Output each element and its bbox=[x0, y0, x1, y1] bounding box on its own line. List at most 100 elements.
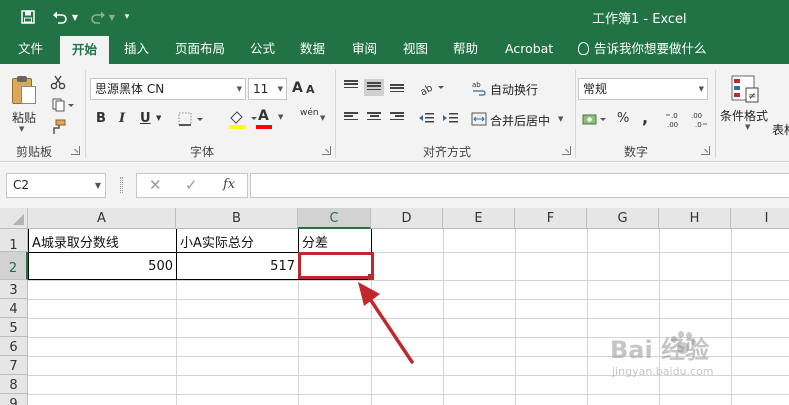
comma-style-button[interactable]: , bbox=[642, 108, 648, 127]
wrap-text-button[interactable]: 自动换行 bbox=[490, 81, 538, 98]
paste-dropdown-icon[interactable]: ▼ bbox=[19, 125, 24, 133]
row-header-8[interactable]: 8 bbox=[0, 375, 28, 394]
column-header-b[interactable]: B bbox=[176, 208, 298, 229]
underline-dropdown-icon[interactable]: ▼ bbox=[156, 114, 161, 122]
borders-icon[interactable] bbox=[172, 110, 212, 128]
watermark-url: jingyan.baidu.com bbox=[612, 365, 714, 378]
cell-a1[interactable]: A城录取分数线 bbox=[29, 232, 176, 252]
italic-button[interactable]: I bbox=[119, 111, 125, 126]
merge-dropdown-icon[interactable]: ▼ bbox=[558, 115, 563, 123]
align-right-icon[interactable] bbox=[390, 112, 404, 123]
phonetic-guide-icon[interactable]: wén ▼ bbox=[298, 108, 332, 130]
font-launcher-icon[interactable] bbox=[322, 146, 331, 155]
align-top-icon[interactable] bbox=[344, 80, 358, 91]
bold-button[interactable]: B bbox=[96, 111, 106, 126]
increase-indent-icon[interactable] bbox=[440, 109, 460, 127]
undo-icon[interactable] bbox=[48, 6, 72, 28]
tab-insert[interactable]: 插入 bbox=[124, 34, 149, 64]
number-format-combo[interactable]: 常规 ▼ bbox=[578, 78, 708, 100]
column-header-h[interactable]: H bbox=[659, 208, 731, 229]
cell-a2[interactable]: 500 bbox=[29, 259, 176, 279]
cancel-icon[interactable]: ✕ bbox=[149, 176, 162, 194]
underline-button[interactable]: U bbox=[140, 111, 151, 126]
row-header-7[interactable]: 7 bbox=[0, 356, 28, 375]
save-icon[interactable] bbox=[16, 6, 40, 28]
formula-input[interactable] bbox=[250, 173, 789, 198]
row-header-2[interactable]: 2 bbox=[0, 252, 28, 280]
accounting-format-icon[interactable] bbox=[580, 110, 612, 130]
chevron-down-icon: ▼ bbox=[320, 114, 326, 122]
orientation-icon[interactable]: ab bbox=[416, 78, 450, 98]
percent-style-button[interactable]: % bbox=[617, 111, 629, 126]
column-header-d[interactable]: D bbox=[371, 208, 443, 229]
column-header-g[interactable]: G bbox=[587, 208, 659, 229]
tell-me-search[interactable]: 告诉我你想要做什么 bbox=[578, 34, 707, 64]
align-bottom-icon[interactable] bbox=[390, 84, 404, 95]
cut-icon[interactable] bbox=[48, 72, 68, 92]
insert-function-icon[interactable]: fx bbox=[223, 177, 235, 192]
clipboard-launcher-icon[interactable] bbox=[71, 146, 80, 155]
format-painter-icon[interactable] bbox=[48, 117, 68, 137]
merge-center-button[interactable]: 合并后居中 bbox=[490, 112, 550, 129]
wrap-text-icon[interactable]: ab bbox=[470, 78, 488, 98]
chevron-down-icon: ▼ bbox=[277, 85, 283, 93]
cell-b2[interactable]: 517 bbox=[177, 259, 298, 279]
tab-view[interactable]: 视图 bbox=[403, 34, 428, 64]
decrease-indent-icon[interactable] bbox=[416, 109, 436, 127]
cell-c1[interactable]: 分差 bbox=[299, 232, 371, 252]
copy-icon[interactable] bbox=[48, 95, 78, 115]
name-box[interactable]: C2 ▼ bbox=[6, 173, 106, 198]
tab-file[interactable]: 文件 bbox=[18, 34, 43, 64]
font-color-icon[interactable]: A ▼ bbox=[254, 108, 294, 130]
select-all-button[interactable] bbox=[0, 208, 28, 229]
grow-font-button[interactable]: A bbox=[292, 80, 303, 96]
font-color-letter: A bbox=[258, 108, 269, 124]
column-header-a[interactable]: A bbox=[28, 208, 176, 229]
column-header-c[interactable]: C bbox=[298, 208, 371, 229]
redo-dropdown-icon[interactable]: ▼ bbox=[107, 6, 117, 28]
tab-page-layout[interactable]: 页面布局 bbox=[175, 34, 225, 64]
paste-icon[interactable] bbox=[12, 76, 38, 106]
group-label-font: 字体 bbox=[190, 145, 215, 159]
tab-data[interactable]: 数据 bbox=[300, 34, 325, 64]
font-name-combo[interactable]: 思源黑体 CN ▼ bbox=[90, 78, 246, 100]
formula-bar-grip[interactable] bbox=[120, 177, 123, 193]
tab-formulas[interactable]: 公式 bbox=[250, 34, 275, 64]
group-label-clipboard: 剪贴板 bbox=[16, 145, 53, 159]
row-header-4[interactable]: 4 bbox=[0, 299, 28, 318]
row-header-3[interactable]: 3 bbox=[0, 280, 28, 299]
customize-qat-icon[interactable]: ▾ bbox=[120, 6, 134, 28]
cell-b1[interactable]: 小A实际总分 bbox=[177, 232, 298, 252]
undo-dropdown-icon[interactable]: ▼ bbox=[70, 6, 80, 28]
column-header-e[interactable]: E bbox=[443, 208, 515, 229]
row-header-6[interactable]: 6 bbox=[0, 337, 28, 356]
chevron-down-icon: ▼ bbox=[94, 181, 101, 190]
align-left-icon[interactable] bbox=[344, 112, 358, 123]
conditional-formatting-dropdown-icon[interactable]: ▼ bbox=[745, 123, 750, 131]
formula-bar: C2 ▼ ✕ ✓ fx bbox=[0, 162, 789, 208]
font-size-combo[interactable]: 11 ▼ bbox=[248, 78, 287, 100]
row-header-1[interactable]: 1 bbox=[0, 229, 28, 253]
tab-help[interactable]: 帮助 bbox=[453, 34, 478, 64]
enter-icon[interactable]: ✓ bbox=[185, 176, 198, 194]
tab-home[interactable]: 开始 bbox=[60, 36, 110, 64]
conditional-formatting-icon[interactable]: ≠ bbox=[728, 72, 762, 106]
increase-decimal-icon[interactable]: .0.00 bbox=[664, 110, 686, 130]
merge-center-icon[interactable] bbox=[470, 109, 488, 129]
align-middle-icon[interactable] bbox=[364, 79, 384, 96]
number-launcher-icon[interactable] bbox=[701, 146, 710, 155]
paste-button-label[interactable]: 粘贴 bbox=[12, 109, 36, 126]
alignment-launcher-icon[interactable] bbox=[562, 146, 571, 155]
tab-review[interactable]: 审阅 bbox=[352, 34, 377, 64]
row-header-5[interactable]: 5 bbox=[0, 318, 28, 337]
tab-acrobat[interactable]: Acrobat bbox=[505, 34, 553, 64]
row-header-9[interactable]: 9 bbox=[0, 394, 28, 405]
shrink-font-button[interactable]: A bbox=[306, 83, 315, 96]
decrease-decimal-icon[interactable]: .00.0 bbox=[688, 110, 710, 130]
title-bar: ▼ ▼ ▾ 工作簿1 - Excel bbox=[0, 0, 789, 34]
column-header-f[interactable]: F bbox=[515, 208, 587, 229]
conditional-formatting-button[interactable]: 条件格式 bbox=[720, 107, 768, 124]
column-header-i[interactable]: I bbox=[731, 208, 789, 229]
align-center-icon[interactable] bbox=[367, 112, 381, 123]
format-as-table-button[interactable]: 表格 bbox=[772, 121, 789, 138]
